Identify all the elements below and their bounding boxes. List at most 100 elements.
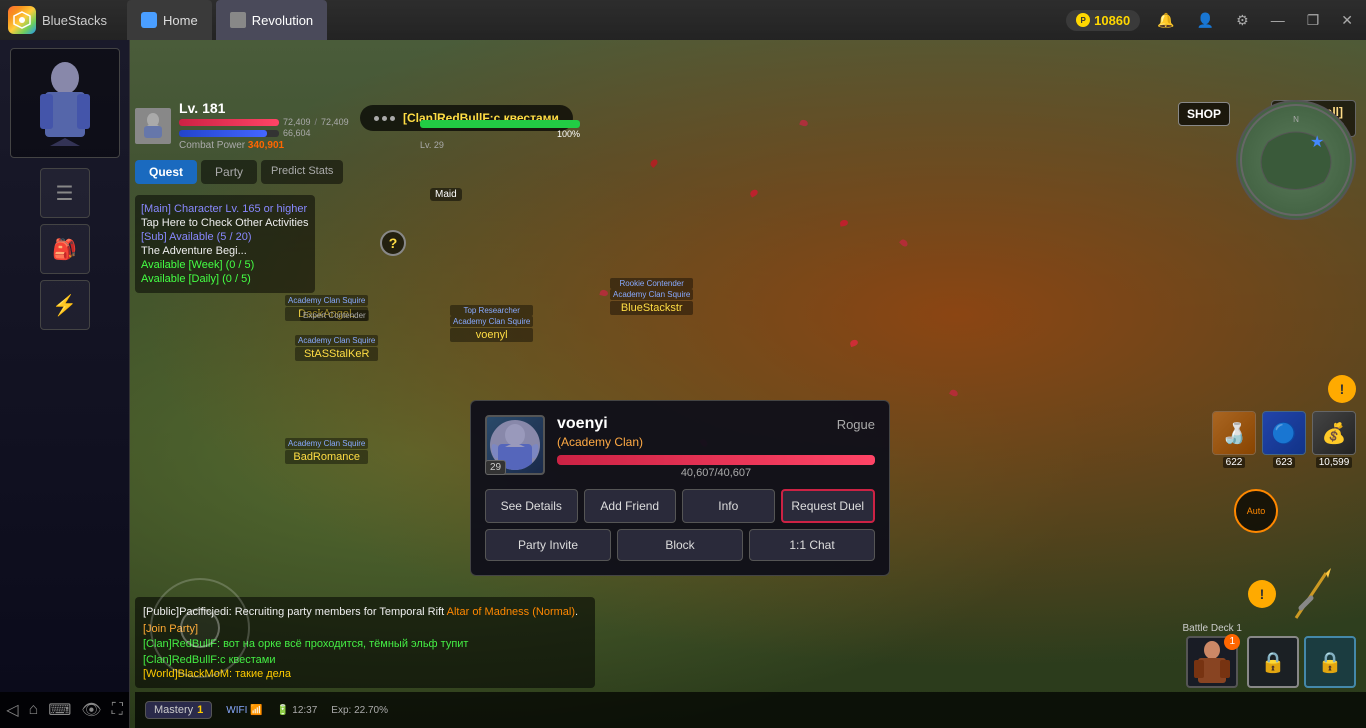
battle-deck-badge: 1 bbox=[1224, 634, 1240, 650]
progress-bg bbox=[420, 120, 580, 128]
item-1-icon: 🍶 bbox=[1213, 412, 1255, 454]
quest-item-3[interactable]: [Sub] Available (5 / 20) bbox=[141, 231, 309, 243]
dot-1 bbox=[374, 116, 379, 121]
one-on-one-chat-btn[interactable]: 1:1 Chat bbox=[749, 529, 875, 561]
skill-slot-2[interactable]: 🔒 bbox=[1304, 636, 1356, 688]
lock-icon-2: 🔒 bbox=[1318, 650, 1343, 675]
auto-button[interactable]: Auto bbox=[1234, 489, 1278, 533]
tab-revolution[interactable]: Revolution bbox=[216, 0, 327, 40]
item-slot-1[interactable]: 🍶 bbox=[1212, 411, 1256, 455]
nametag-stasstalker-group: Academy Clan Squire StASStalKeR bbox=[295, 335, 378, 361]
predict-stats-tab[interactable]: Predict Stats bbox=[261, 160, 343, 184]
revolution-tab-icon bbox=[230, 12, 246, 28]
quest-list: [Main] Character Lv. 165 or higher Tap H… bbox=[135, 195, 315, 293]
combat-power-row: Combat Power 340,901 bbox=[179, 140, 349, 151]
request-duel-btn[interactable]: Request Duel bbox=[781, 489, 876, 523]
warning-icon-2[interactable]: ! bbox=[1248, 580, 1276, 608]
restore-btn[interactable]: ❐ bbox=[1302, 10, 1325, 31]
item-slot-2-group: 🔵 623 bbox=[1262, 411, 1306, 468]
nametag-stasstalker-name: StASStalKeR bbox=[295, 347, 378, 361]
nametag-voenyl-clan: Top Researcher bbox=[450, 305, 533, 316]
dot-3 bbox=[390, 116, 395, 121]
item-2-icon: 🔵 bbox=[1263, 412, 1305, 454]
mp-bar-fill bbox=[179, 130, 267, 137]
dot-2 bbox=[382, 116, 387, 121]
titlebar: BlueStacks Home Revolution P 10860 🔔 👤 ⚙… bbox=[0, 0, 1366, 40]
combat-power-label: Combat Power bbox=[179, 140, 245, 151]
eye-icon[interactable]: 👁 bbox=[81, 700, 101, 720]
skills-icon[interactable]: ⚡ bbox=[40, 280, 90, 330]
warning-icon-1[interactable]: ! bbox=[1328, 375, 1356, 403]
battle-deck-group: Battle Deck 1 1 bbox=[1183, 623, 1242, 688]
bluestacks-logo bbox=[8, 6, 36, 34]
inventory-icon[interactable]: 🎒 bbox=[40, 224, 90, 274]
item-3-count: 10,599 bbox=[1316, 457, 1353, 468]
nametag-badromance-group: Academy Clan Squire BadRomance bbox=[285, 438, 368, 464]
battery-label: 12:37 bbox=[292, 705, 317, 716]
svg-text:★: ★ bbox=[1310, 134, 1324, 151]
back-icon[interactable]: ◁ bbox=[6, 700, 18, 720]
hp-row: 72,409 / 72,409 bbox=[179, 117, 349, 127]
item-slot-2[interactable]: 🔵 bbox=[1262, 411, 1306, 455]
item-slot-3[interactable]: 💰 bbox=[1312, 411, 1356, 455]
block-btn[interactable]: Block bbox=[617, 529, 743, 561]
exp-label: Exp: 22.70% bbox=[331, 705, 388, 716]
points-value: 10860 bbox=[1094, 13, 1130, 28]
expand-icon[interactable]: ⛶ bbox=[112, 701, 123, 719]
nametag-maid: Maid bbox=[430, 188, 462, 201]
home-icon[interactable]: ⌂ bbox=[29, 701, 39, 719]
mp-text: 66,604 bbox=[283, 128, 311, 138]
hp-bar-bg bbox=[179, 119, 279, 126]
card-level: 29 bbox=[485, 460, 506, 475]
progress-fill bbox=[420, 120, 580, 128]
party-tab[interactable]: Party bbox=[201, 160, 257, 184]
menu-icon[interactable]: ☰ bbox=[40, 168, 90, 218]
minimize-btn[interactable]: — bbox=[1266, 10, 1290, 30]
card-player-name: voenyi bbox=[557, 415, 608, 433]
quest-item-5[interactable]: Available [Week] (0 / 5) bbox=[141, 259, 309, 271]
card-buttons-row1: See Details Add Friend Info Request Duel bbox=[485, 489, 875, 523]
quest-tab[interactable]: Quest bbox=[135, 160, 197, 184]
nametag-badromance-name: BadRomance bbox=[285, 450, 368, 464]
battle-deck-label: Battle Deck 1 bbox=[1183, 623, 1242, 634]
quest-item-2[interactable]: Tap Here to Check Other Activities bbox=[141, 217, 309, 229]
right-items-panel: ! 🍶 622 🔵 623 💰 10,599 bbox=[1212, 375, 1356, 468]
close-btn[interactable]: ✕ bbox=[1336, 10, 1358, 31]
shop-button[interactable]: SHOP bbox=[1178, 102, 1230, 126]
add-friend-btn[interactable]: Add Friend bbox=[584, 489, 677, 523]
item-1-count: 622 bbox=[1223, 457, 1246, 468]
bell-icon[interactable]: 🔔 bbox=[1152, 10, 1179, 31]
minimap[interactable]: N ★ bbox=[1236, 100, 1356, 220]
item-slot-3-group: 💰 10,599 bbox=[1312, 411, 1356, 468]
nametag-voenyl-group: Top Researcher Academy Clan Squire voeny… bbox=[450, 305, 533, 342]
profile-icon[interactable]: 👤 bbox=[1192, 10, 1219, 31]
quest-item-6[interactable]: Available [Daily] (0 / 5) bbox=[141, 273, 309, 285]
quest-item-4[interactable]: The Adventure Begi... bbox=[141, 245, 309, 257]
keyboard-icon[interactable]: ⌨ bbox=[48, 700, 71, 720]
card-info: voenyi Rogue (Academy Clan) 40,607/40,60… bbox=[557, 415, 875, 479]
settings-icon[interactable]: ⚙ bbox=[1231, 10, 1254, 31]
card-hp-bar-fill bbox=[557, 455, 875, 465]
player-hud: Lv. 181 72,409 / 72,409 66,604 Combat Po… bbox=[135, 100, 349, 151]
nametag-voenyl-clan2: Academy Clan Squire bbox=[450, 316, 533, 327]
skill-slot-1[interactable]: 🔒 bbox=[1247, 636, 1299, 688]
battle-deck-slot[interactable]: 1 bbox=[1186, 636, 1238, 688]
see-details-btn[interactable]: See Details bbox=[485, 489, 578, 523]
app-name: BlueStacks bbox=[42, 13, 107, 28]
activity-progress: 100% Lv. 29 bbox=[420, 120, 580, 150]
nametag-bluestackstr-clan: Academy Clan Squire bbox=[610, 289, 693, 300]
nametag-bluestackstr-name: BlueStackstr bbox=[610, 301, 693, 315]
quest-item-1[interactable]: [Main] Character Lv. 165 or higher bbox=[141, 203, 309, 215]
joystick-outer[interactable] bbox=[150, 578, 250, 678]
tab-home[interactable]: Home bbox=[127, 0, 212, 40]
info-btn[interactable]: Info bbox=[682, 489, 775, 523]
character-portrait bbox=[10, 48, 120, 158]
bottom-taskbar: ◁ ⌂ ⌨ 👁 ⛶ bbox=[0, 692, 130, 728]
battery-time: 🔋 12:37 bbox=[277, 705, 317, 716]
home-tab-icon bbox=[141, 12, 157, 28]
party-invite-btn[interactable]: Party Invite bbox=[485, 529, 611, 561]
progress-text: 100% bbox=[420, 129, 580, 139]
hp-bar-fill bbox=[179, 119, 279, 126]
nametag-stasstalker-badge: Expert Contender bbox=[300, 310, 369, 321]
question-mark-icon[interactable]: ? bbox=[380, 230, 406, 256]
